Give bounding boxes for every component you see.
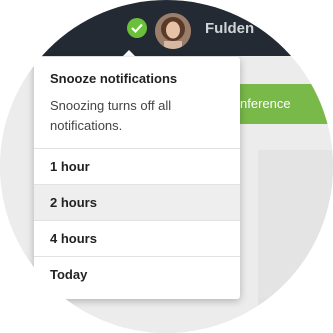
status-check-icon[interactable] <box>127 18 147 38</box>
snooze-option-today[interactable]: Today <box>34 257 240 292</box>
snooze-option-1-hour[interactable]: 1 hour <box>34 149 240 185</box>
username-label[interactable]: Fulden <box>205 20 254 37</box>
snooze-option-2-hours[interactable]: 2 hours <box>34 185 240 221</box>
snooze-option-4-hours[interactable]: 4 hours <box>34 221 240 257</box>
snooze-header: Snooze notifications Snoozing turns off … <box>34 57 240 149</box>
app-viewport: Fulden nference Snooze notifications Sno… <box>0 0 333 333</box>
background-panel <box>258 150 333 300</box>
background-panel <box>258 298 333 333</box>
top-bar: Fulden <box>0 0 333 56</box>
snooze-description: Snoozing turns off all notifications. <box>50 98 172 133</box>
avatar[interactable] <box>155 13 191 49</box>
snooze-dropdown: Snooze notifications Snoozing turns off … <box>34 57 240 299</box>
snooze-title: Snooze notifications <box>50 71 178 86</box>
